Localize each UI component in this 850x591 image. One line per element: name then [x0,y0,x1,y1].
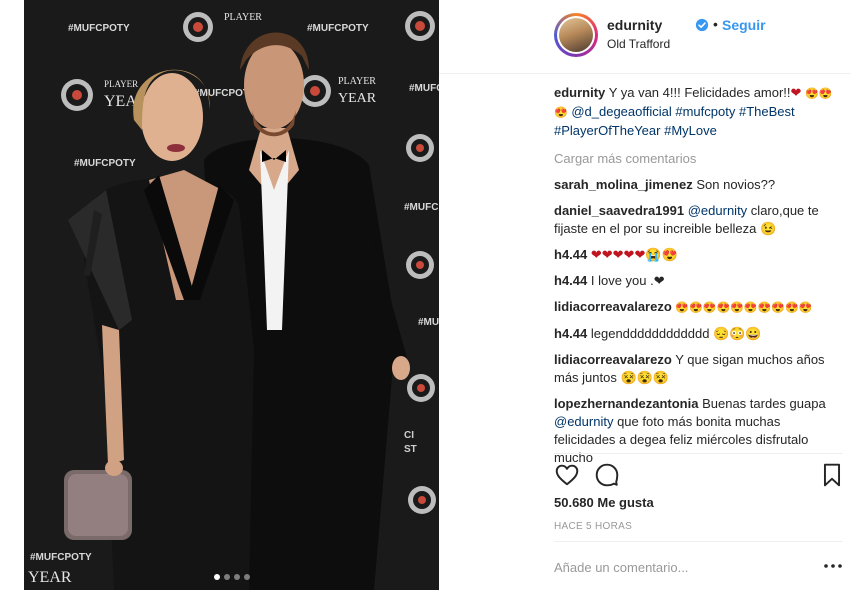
backdrop-tag: #MUFCPOTY [68,23,130,34]
comment-username[interactable]: lopezhernandezantonia [554,396,698,411]
comment-username[interactable]: h4.44 [554,247,587,262]
comment: daniel_saavedra1991 @edurnity claro,que … [554,202,834,238]
comment: h4.44 ❤❤❤❤❤😭😍 [554,246,834,264]
bookmark-icon[interactable] [819,462,845,488]
comment-username[interactable]: h4.44 [554,273,587,288]
speech-bubble-icon[interactable] [594,462,620,488]
backdrop-year: YEAR [338,91,377,106]
like-count[interactable]: 50.680 Me gusta [554,495,654,510]
hashtag[interactable]: #mufcpoty [675,104,735,119]
comment-username[interactable]: lidiacorreavalarezo [554,299,672,314]
carousel-dot[interactable] [223,574,230,580]
comment-username[interactable]: sarah_molina_jimenez [554,177,693,192]
svg-text:ST: ST [404,444,417,455]
comment: h4.44 I love you .❤ [554,272,834,290]
caption: edurnity Y ya van 4!!! Felicidades amor!… [554,84,834,140]
comment: sarah_molina_jimenez Son novios?? [554,176,834,194]
backdrop-tag: #MUFCPOTY [30,552,92,563]
comment-text: Buenas tardes guapa [702,396,826,411]
hashtag[interactable]: #MyLove [664,123,717,138]
comment: h4.44 legendddddddddddd 😔😳😀 [554,325,834,343]
backdrop-player: PLAYER [338,76,376,87]
comment-mention[interactable]: @edurnity [688,203,747,218]
comment-username[interactable]: daniel_saavedra1991 [554,203,684,218]
caption-username[interactable]: edurnity [554,85,605,100]
post-photo[interactable]: #MUFCPOTY #MUFCPOTY #MUFCPOTY #MUFCPOTY … [24,0,439,590]
carousel-dot[interactable] [233,574,240,580]
backdrop-tag: #MUFCPOTY [418,317,439,328]
post-timestamp[interactable]: HACE 5 HORAS [554,521,632,532]
backdrop-player: PLAYER [104,79,138,89]
comment-username[interactable]: lidiacorreavalarezo [554,352,672,367]
comment-text: 😍😍😍😍😍😍😍😍😍😍 [675,302,813,314]
ellipsis-icon[interactable] [823,558,843,574]
carousel-dot[interactable] [213,574,220,580]
avatar[interactable] [554,13,598,57]
svg-text:CI: CI [404,430,414,441]
backdrop-player: PLAYER [224,12,262,23]
header-separator: • [713,16,718,32]
backdrop-tag: #MUFCPOTY [307,23,369,34]
heart-emoji: ❤ [790,85,802,100]
comment-text: I love you .❤ [590,273,665,288]
backdrop-tag: #MUFCPOTY [404,202,439,213]
backdrop-tag: #MUFCPOTY [409,83,439,94]
comment: lidiacorreavalarezo 😍😍😍😍😍😍😍😍😍😍 [554,298,834,317]
follow-button[interactable]: Seguir [722,17,766,33]
username-link[interactable]: edurnity [607,17,662,33]
location-link[interactable]: Old Trafford [607,37,670,51]
post-header: edurnity • Seguir Old Trafford [439,0,850,74]
verified-badge-icon [695,18,709,32]
hashtag[interactable]: #TheBest [739,104,795,119]
comment-input[interactable] [554,556,794,578]
carousel-dot[interactable] [243,574,250,580]
comment-text: Son novios?? [696,177,776,192]
comment-username[interactable]: h4.44 [554,326,587,341]
comment: lidiacorreavalarezo Y que sigan muchos a… [554,351,834,387]
caption-mention[interactable]: @d_degeaofficial [571,104,671,119]
comment-box [554,541,843,591]
heart-outline-icon[interactable] [554,462,580,488]
carousel-dots[interactable] [24,574,439,580]
hashtag[interactable]: #PlayerOfTheYear [554,123,660,138]
load-more-comments[interactable]: Cargar más comentarios [554,150,834,168]
post-panel: edurnity • Seguir Old Trafford edurnity … [439,0,850,590]
caption-text: Y ya van 4!!! Felicidades amor!! [608,85,791,100]
comment-text: ❤❤❤❤❤😭😍 [590,247,678,262]
comment-mention[interactable]: @edurnity [554,414,613,429]
backdrop-tag: #MUFCPOTY [74,158,136,169]
photo-scene: #MUFCPOTY #MUFCPOTY #MUFCPOTY #MUFCPOTY … [24,0,439,590]
comments-list: edurnity Y ya van 4!!! Felicidades amor!… [554,84,834,475]
comment-text: legendddddddddddd 😔😳😀 [590,326,762,341]
post-actions [554,453,843,494]
